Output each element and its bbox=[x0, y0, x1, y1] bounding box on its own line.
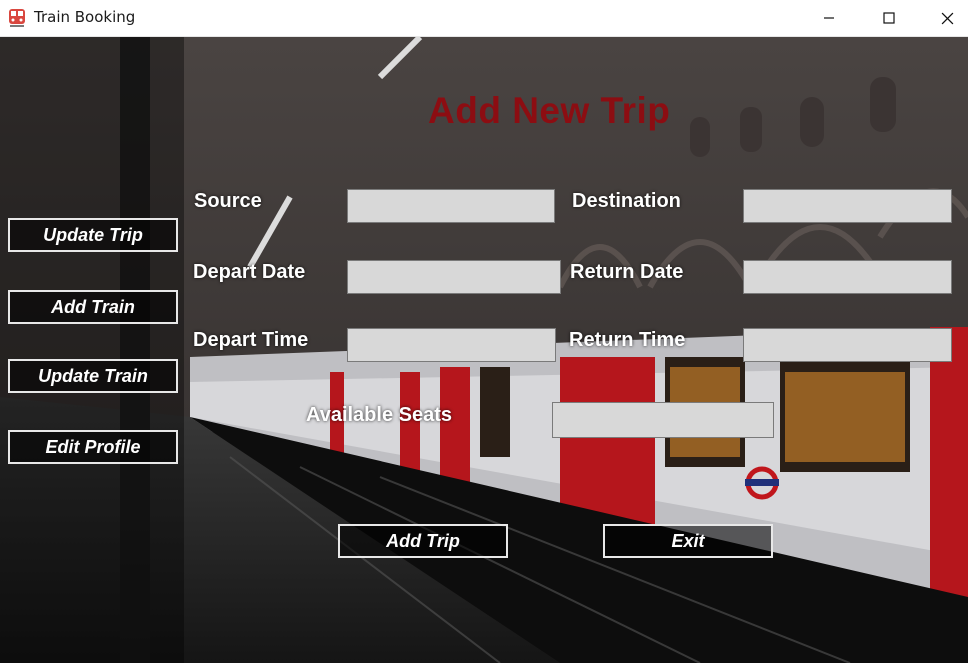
main-panel: Add New Trip Update Trip Add Train Updat… bbox=[0, 37, 968, 663]
maximize-icon bbox=[883, 12, 895, 24]
sidebar-item-update-trip[interactable]: Update Trip bbox=[8, 218, 178, 252]
maximize-button[interactable] bbox=[866, 0, 912, 36]
return-time-input[interactable] bbox=[743, 328, 952, 362]
sidebar-item-update-train[interactable]: Update Train bbox=[8, 359, 178, 393]
destination-label: Destination bbox=[572, 190, 681, 212]
close-icon bbox=[941, 12, 953, 24]
window-titlebar: Train Booking bbox=[0, 0, 968, 37]
close-button[interactable] bbox=[924, 0, 968, 36]
return-time-label: Return Time bbox=[569, 329, 686, 351]
source-input[interactable] bbox=[347, 189, 555, 223]
window-title: Train Booking bbox=[34, 8, 136, 26]
return-date-input[interactable] bbox=[743, 260, 952, 294]
train-icon bbox=[9, 9, 25, 27]
available-seats-label: Available Seats bbox=[306, 404, 453, 426]
page-title: Add New Trip bbox=[428, 90, 671, 131]
sidebar bbox=[0, 37, 184, 663]
exit-button[interactable]: Exit bbox=[603, 524, 773, 558]
source-label: Source bbox=[194, 190, 262, 212]
destination-input[interactable] bbox=[743, 189, 952, 223]
return-date-label: Return Date bbox=[570, 261, 684, 283]
minimize-button[interactable] bbox=[806, 0, 852, 36]
sidebar-item-edit-profile[interactable]: Edit Profile bbox=[8, 430, 178, 464]
depart-date-input[interactable] bbox=[347, 260, 561, 294]
sidebar-item-add-train[interactable]: Add Train bbox=[8, 290, 178, 324]
depart-time-label: Depart Time bbox=[193, 329, 309, 351]
depart-time-input[interactable] bbox=[347, 328, 556, 362]
add-trip-button[interactable]: Add Trip bbox=[338, 524, 508, 558]
depart-date-label: Depart Date bbox=[193, 261, 306, 283]
available-seats-input[interactable] bbox=[552, 402, 774, 438]
minimize-icon bbox=[824, 17, 834, 19]
